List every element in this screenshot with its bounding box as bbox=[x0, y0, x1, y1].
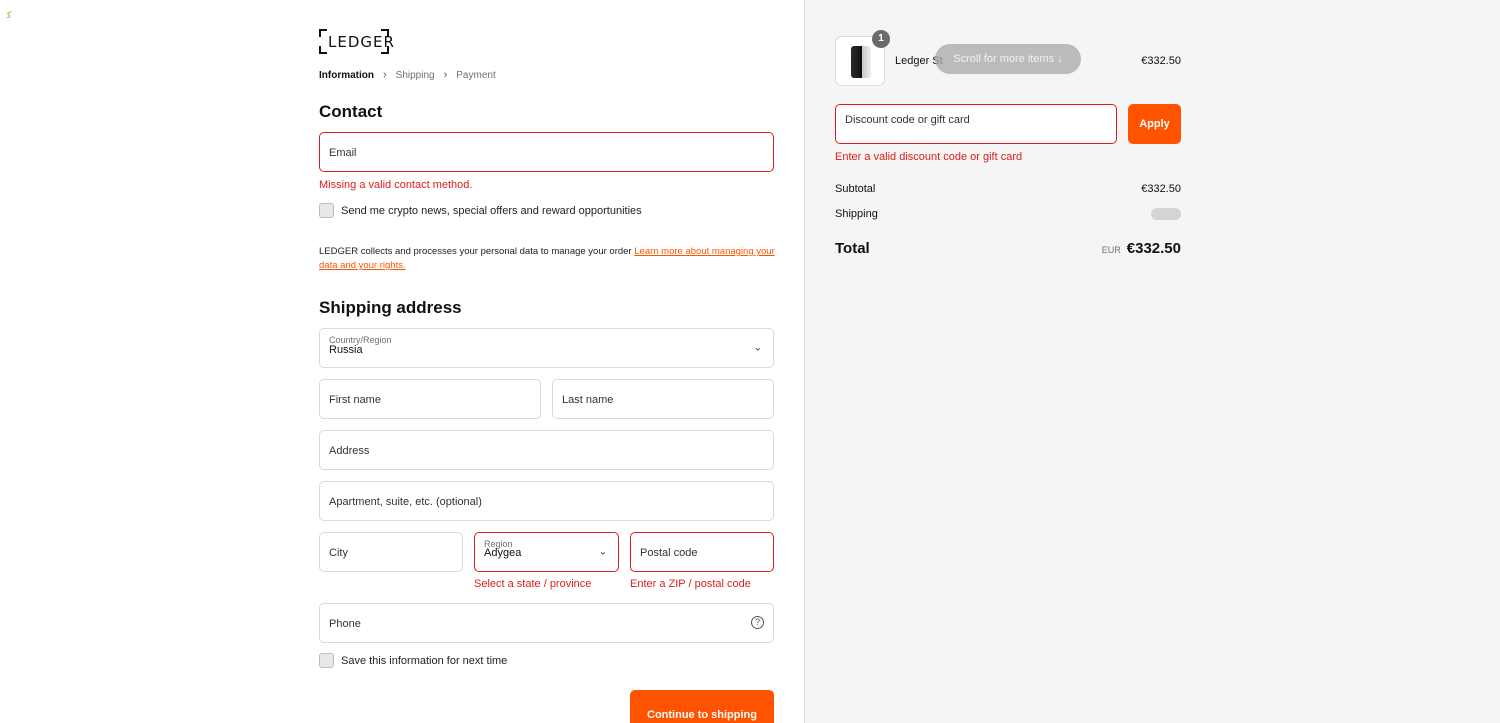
address-placeholder: Address bbox=[329, 445, 370, 457]
country-value: Russia bbox=[329, 344, 363, 356]
logo-bracket bbox=[319, 46, 327, 54]
newsletter-checkbox[interactable] bbox=[319, 203, 334, 218]
scroll-more-items-button[interactable]: Scroll for more items ↓ bbox=[935, 44, 1081, 74]
subtotal-value: €332.50 bbox=[1141, 183, 1181, 195]
region-error: Select a state / province bbox=[474, 578, 592, 590]
shipping-placeholder-pill bbox=[1151, 208, 1181, 220]
discount-error: Enter a valid discount code or gift card bbox=[835, 151, 1023, 163]
last-name-field[interactable]: Last name bbox=[552, 379, 774, 419]
postal-error: Enter a ZIP / postal code bbox=[630, 578, 751, 590]
apartment-placeholder: Apartment, suite, etc. (optional) bbox=[329, 496, 482, 508]
phone-placeholder: Phone bbox=[329, 618, 361, 630]
breadcrumb-shipping[interactable]: Shipping bbox=[396, 70, 435, 81]
postal-code-field[interactable]: Postal code bbox=[630, 532, 774, 572]
apply-discount-button[interactable]: Apply bbox=[1128, 104, 1181, 144]
product-price: €332.50 bbox=[1141, 55, 1181, 67]
shipping-label: Shipping bbox=[835, 208, 878, 220]
currency-code: EUR bbox=[1101, 245, 1121, 255]
quantity-badge: 1 bbox=[872, 30, 890, 48]
apartment-field[interactable]: Apartment, suite, etc. (optional) bbox=[319, 481, 774, 521]
discount-placeholder: Discount code or gift card bbox=[845, 114, 970, 126]
subtotal-label: Subtotal bbox=[835, 183, 876, 195]
arrow-down-icon: ↓ bbox=[1057, 53, 1063, 65]
total-amount: EUR €332.50 bbox=[1102, 240, 1181, 257]
chevron-right-icon: › bbox=[443, 69, 448, 81]
breadcrumb-payment[interactable]: Payment bbox=[456, 70, 495, 81]
total-value: €332.50 bbox=[1126, 240, 1181, 257]
logo-text: LEDGER bbox=[328, 33, 395, 51]
city-field[interactable]: City bbox=[319, 532, 463, 572]
address-field[interactable]: Address bbox=[319, 430, 774, 470]
chevron-down-icon: ⌄ bbox=[598, 546, 607, 558]
privacy-notice: LEDGER collects and processes your perso… bbox=[319, 245, 779, 273]
device-image bbox=[851, 46, 871, 78]
question-circle-icon[interactable]: ? bbox=[751, 616, 764, 629]
subtotal-row: Subtotal €332.50 bbox=[835, 183, 1181, 195]
total-row: Total EUR €332.50 bbox=[835, 240, 1181, 257]
save-info-label: Save this information for next time bbox=[341, 654, 508, 667]
ledger-logo[interactable]: LEDGER bbox=[319, 29, 394, 54]
postal-placeholder: Postal code bbox=[640, 547, 698, 559]
first-name-field[interactable]: First name bbox=[319, 379, 541, 419]
breadcrumb: Information › Shipping › Payment bbox=[319, 69, 496, 81]
checkout-form-panel: ﻛ LEDGER Information › Shipping › Paymen… bbox=[0, 0, 804, 723]
discount-code-field[interactable]: Discount code or gift card bbox=[835, 104, 1117, 144]
corner-glyph: ﻛ bbox=[7, 10, 12, 20]
scroll-hint-label: Scroll for more items bbox=[953, 53, 1055, 65]
newsletter-label: Send me crypto news, special offers and … bbox=[341, 204, 642, 217]
country-select[interactable]: Country/Region Russia ⌄ bbox=[319, 328, 774, 368]
save-info-row[interactable]: Save this information for next time bbox=[319, 653, 507, 668]
phone-field[interactable]: Phone ? bbox=[319, 603, 774, 643]
continue-to-shipping-button[interactable]: Continue to shipping bbox=[630, 690, 774, 723]
first-name-placeholder: First name bbox=[329, 394, 381, 406]
contact-heading: Contact bbox=[319, 102, 383, 121]
shipping-row: Shipping bbox=[835, 208, 1181, 220]
last-name-placeholder: Last name bbox=[562, 394, 614, 406]
chevron-right-icon: › bbox=[383, 69, 387, 81]
breadcrumb-information: Information bbox=[319, 69, 374, 81]
email-placeholder: Email bbox=[329, 147, 357, 159]
total-label: Total bbox=[835, 240, 870, 257]
newsletter-row[interactable]: Send me crypto news, special offers and … bbox=[319, 203, 642, 218]
region-value: Adygea bbox=[484, 547, 522, 559]
save-info-checkbox[interactable] bbox=[319, 653, 334, 668]
shipping-heading: Shipping address bbox=[319, 298, 462, 317]
chevron-down-icon: ⌄ bbox=[753, 342, 762, 354]
city-placeholder: City bbox=[329, 547, 348, 559]
logo-bracket bbox=[319, 29, 327, 37]
email-error: Missing a valid contact method. bbox=[319, 179, 473, 191]
email-field[interactable]: Email bbox=[319, 132, 774, 172]
region-select[interactable]: Region Adygea ⌄ bbox=[474, 532, 619, 572]
privacy-text: LEDGER collects and processes your perso… bbox=[319, 246, 635, 257]
